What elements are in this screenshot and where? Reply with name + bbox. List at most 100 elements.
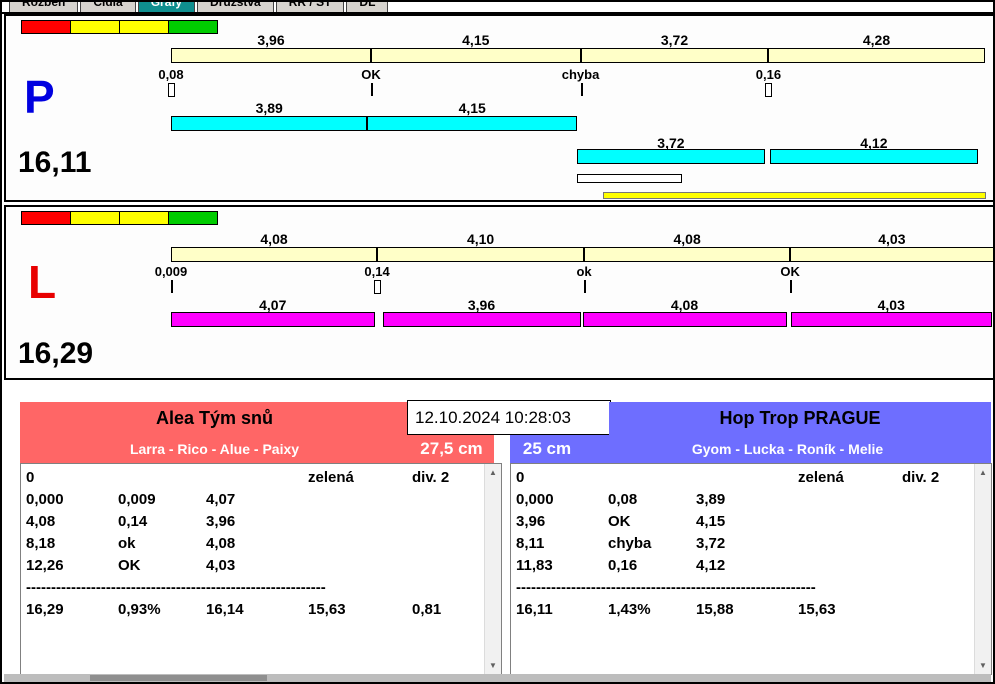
table-cell: zelená [308,469,354,486]
table-cell: zelená [798,469,844,486]
bar-segment [790,312,992,327]
bar-value-label: 3,96 [467,297,496,313]
table-cell: 4,08 [26,513,56,530]
table-cell: 0,009 [118,491,156,508]
table-row: 0,000 0,009 4,07 [26,491,483,513]
table-cell: 8,11 [516,535,545,552]
progress-yellow-bar [603,192,986,199]
bar-value-label: 4,07 [259,297,287,313]
scroll-up-button[interactable]: ▲ [975,464,991,481]
table-cell: 4,07 [206,491,236,508]
team-left-results-box[interactable]: 0 zelená div. 2 0,000 0,009 4,07 4,08 0,14 3,96 8… [20,463,502,675]
table-cell: 11,83 [516,557,553,574]
table-cell: 0,000 [26,491,64,508]
team-right-results-box[interactable]: 0 zelená div. 2 0,000 0,08 3,89 3,96 OK 4,15 8,11… [510,463,992,675]
table-cell: div. 2 [902,469,940,486]
scroll-down-button[interactable]: ▼ [975,657,991,674]
table-cell: 4,03 [206,557,236,574]
scoreboard: Alea Tým snů 12.10.2024 10:28:03 Hop Tro… [4,380,993,678]
scroll-down-button[interactable]: ▼ [485,657,501,674]
table-cell: OK [118,557,141,574]
table-header-row: 0 zelená div. 2 [516,469,973,491]
progress-outline-bar [577,174,682,183]
team-right-results-table: 0 zelená div. 2 0,000 0,08 3,89 3,96 OK 4,15 8,11… [516,469,973,672]
timestamp: 12.10.2024 10:28:03 [407,400,611,435]
taskbar-sliver [4,674,991,682]
team-right-players: Gyom - Lucka - Roník - Melie [691,441,884,457]
team-left-name: Alea Tým snů [20,402,409,435]
lane-total-l: 16,29 [18,337,94,370]
table-row: 11,83 0,16 4,12 [516,557,973,579]
table-cell: 1,43% [608,601,651,618]
tab-rr-st[interactable]: RR / ST [275,2,345,12]
table-cell: 15,88 [696,601,734,618]
bar-value-label: 4,08 [670,297,699,313]
lane-panel-l: 4,08 4,10 4,08 4,03 0,009 0,14 ok OK 4,07 3,96 4… [4,205,993,380]
tab-dl[interactable]: DL [346,2,389,12]
taskbar-window-fragment [90,675,267,681]
app-window: Rozběh Čidla Grafy Družstva RR / ST DL 3,96 4,… [0,0,995,684]
table-cell: 16,11 [516,601,553,618]
team-right-distance: 25 cm [522,439,572,458]
bar-segment [582,312,787,327]
table-row: 0,000 0,08 3,89 [516,491,973,513]
table-row: 12,26 OK 4,03 [26,557,483,579]
table-cell: 3,96 [516,513,546,530]
scroll-up-button[interactable]: ▲ [485,464,501,481]
tab-čidla[interactable]: Čidla [80,2,136,12]
tab-rozběh[interactable]: Rozběh [9,2,79,12]
table-cell: 12,26 [26,557,64,574]
table-cell: 15,63 [798,601,836,618]
scrollbar[interactable]: ▲ ▼ [974,464,991,674]
table-cell: 3,96 [206,513,236,530]
tab-strip: Rozběh Čidla Grafy Družstva RR / ST DL [4,2,993,12]
lane-total-p: 16,11 [18,146,92,179]
table-divider: ----------------------------------------… [26,579,326,596]
team-left-results-table: 0 zelená div. 2 0,000 0,009 4,07 4,08 0,14 3,96 8… [26,469,483,672]
table-cell: 16,14 [206,601,244,618]
lane-letter-p: P [24,71,55,123]
table-cell: 0,14 [118,513,148,530]
lane-letter-l: L [28,256,57,308]
table-row: 8,18 ok 4,08 [26,535,483,557]
bar-segment [577,149,765,164]
table-row: 8,11 chyba 3,72 [516,535,973,557]
table-cell: ok [118,535,136,552]
team-left-subheader: Larra - Rico - Alue - Paixy 27,5 cm [20,435,494,463]
table-divider: ----------------------------------------… [516,579,816,596]
table-cell: 0,08 [608,491,638,508]
table-cell: 0 [516,469,525,486]
table-cell: 4,15 [696,513,726,530]
bar-value-label: 4,03 [877,297,905,313]
table-cell: 0,16 [608,557,638,574]
table-cell: 15,63 [308,601,346,618]
table-cell: 16,29 [26,601,64,618]
table-cell: div. 2 [412,469,450,486]
table-row: 4,08 0,14 3,96 [26,513,483,535]
tab-družstva[interactable]: Družstva [197,2,274,12]
team-left-players: Larra - Rico - Alue - Paixy [129,441,300,457]
scrollbar[interactable]: ▲ ▼ [484,464,501,674]
tab-grafy[interactable]: Grafy [137,2,196,12]
split-bar-row-2: 3,72 4,12 [6,16,993,200]
table-cell: 4,08 [206,535,236,552]
bar-segment [769,149,978,164]
bar-segment [382,312,581,327]
team-left-distance: 27,5 cm [420,439,483,458]
table-cell: chyba [608,535,652,552]
table-cell: 3,72 [696,535,726,552]
table-header-row: 0 zelená div. 2 [26,469,483,491]
table-row: 3,96 OK 4,15 [516,513,973,535]
table-cell: 4,12 [696,557,726,574]
table-cell: 0 [26,469,35,486]
table-cell: 0,81 [412,601,442,618]
table-cell: OK [608,513,631,530]
lane-panel-p: 3,96 4,15 3,72 4,28 0,08 OK chyba 0,16 3,89 4,1… [4,14,993,202]
table-cell: 8,18 [26,535,56,552]
team-right-name: Hop Trop PRAGUE [609,402,991,435]
table-totals-row: 16,29 0,93% 16,14 15,63 0,81 [26,601,483,623]
table-cell: 0,000 [516,491,554,508]
split-bar-row-1: 4,07 3,96 4,08 4,03 [6,207,993,378]
team-right-subheader: 25 cm Gyom - Lucka - Roník - Melie [510,435,991,463]
bar-segment [171,312,375,327]
